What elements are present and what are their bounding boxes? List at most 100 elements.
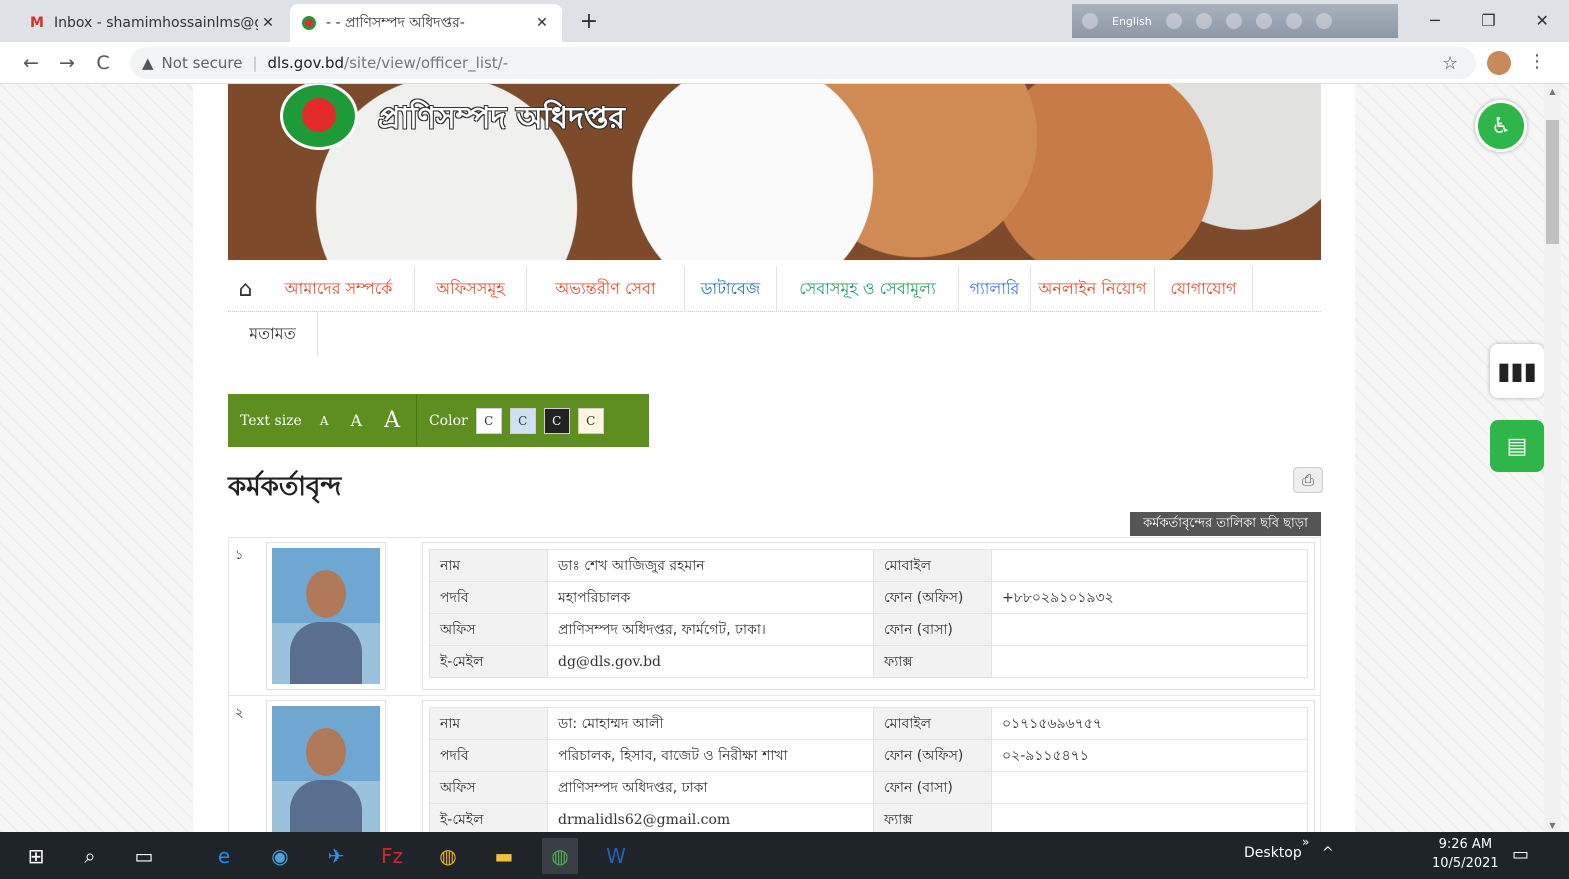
- text-size-medium-button[interactable]: A: [351, 411, 363, 430]
- windows-taskbar: ⊞ ⌕ ▭ e ◉ ✈ Fz ◍ ▬ ◍ W Desktop » ^ 9:26 AM 10/5/20…: [0, 832, 1569, 879]
- officer-mobile: ০১৭১৫৬৯৬৭৫৭: [991, 707, 1308, 740]
- window-controls: ─ ❐ ✕: [1408, 0, 1569, 40]
- reload-button[interactable]: C: [90, 50, 116, 76]
- chrome-icon[interactable]: ◍: [430, 838, 466, 874]
- color-blue-button[interactable]: C: [509, 407, 536, 434]
- filezilla-icon[interactable]: Fz: [374, 838, 410, 874]
- email-label: ই-মেইল: [429, 803, 548, 832]
- tab-gmail-inbox[interactable]: M Inbox - shamimhossainlms@gm ✕: [18, 4, 288, 42]
- extension-icon[interactable]: [1285, 13, 1302, 29]
- close-tab-icon[interactable]: ✕: [532, 15, 552, 31]
- edge-icon[interactable]: e: [206, 838, 242, 874]
- officer-email[interactable]: dg@dls.gov.bd: [547, 645, 874, 678]
- officer-row: ১ নাম ডাঃ শেখ আজিজুর রহমান মোবাইল পদবি মহাপরি…: [228, 537, 1321, 696]
- desktop-toolbar-label[interactable]: Desktop: [1244, 845, 1302, 861]
- nav-item-feedback[interactable]: মতামত: [228, 312, 318, 356]
- search-icon[interactable]: ⌕: [72, 838, 108, 874]
- forward-button[interactable]: →: [54, 50, 80, 76]
- extension-icon[interactable]: [1165, 13, 1182, 29]
- task-view-icon[interactable]: ▭: [126, 838, 162, 874]
- accessibility-icon[interactable]: ♿: [1475, 100, 1527, 152]
- start-button[interactable]: ⊞: [18, 838, 54, 874]
- chat-icon[interactable]: ▤: [1490, 420, 1544, 472]
- extension-icon[interactable]: [1255, 13, 1272, 29]
- site-name[interactable]: প্রাণিসম্পদ অধিদপ্তর: [378, 94, 625, 145]
- close-window-button[interactable]: ✕: [1515, 0, 1569, 40]
- officer-detail-table: নাম ডাঃ শেখ আজিজুর রহমান মোবাইল পদবি মহাপরিচ…: [429, 549, 1308, 678]
- officer-row: ২ নাম ডা: মোহাম্মদ আলী মোবাইল ০১৭১৫৬৯৬৭৫৭ পদব…: [228, 696, 1321, 832]
- text-size-small-button[interactable]: A: [320, 414, 329, 428]
- main-navigation: ⌂ আমাদের সম্পর্কে অফিসসমূহ অভ্যন্তরীণ সেবা…: [228, 266, 1321, 312]
- nav-item[interactable]: সেবাসমূহ ও সেবামূল্য: [777, 266, 959, 312]
- officer-photo[interactable]: [266, 700, 386, 832]
- list-without-images-button[interactable]: কর্মকর্তাবৃন্দের তালিকা ছবি ছাড়া: [1130, 512, 1321, 536]
- browser-menu-icon[interactable]: ⋮: [1528, 51, 1546, 72]
- word-icon[interactable]: W: [598, 838, 634, 874]
- web-viewport: প্রাণিসম্পদ অধিদপ্তর ⌂ আমাদের সম্পর্কে অফ…: [0, 84, 1569, 832]
- phone-office-label: ফোন (অফিস): [873, 581, 992, 614]
- nav-item[interactable]: আমাদের সম্পর্কে: [263, 266, 415, 312]
- bookmark-star-icon[interactable]: ☆: [1442, 53, 1458, 74]
- nav-item[interactable]: অফিসসমূহ: [415, 266, 527, 312]
- tab-title: Inbox - shamimhossainlms@gm: [54, 15, 258, 31]
- nav-item[interactable]: গ্যালারি: [959, 266, 1031, 312]
- nav-item[interactable]: অনলাইন নিয়োগ: [1031, 266, 1155, 312]
- url-host: dls.gov.bd: [267, 54, 345, 72]
- tray-overflow-icon[interactable]: ^: [1322, 845, 1334, 861]
- system-clock[interactable]: 9:26 AM 10/5/2021: [1432, 835, 1499, 873]
- officer-serial: ২: [235, 706, 244, 721]
- color-cream-button[interactable]: C: [577, 407, 604, 434]
- profile-avatar[interactable]: [1487, 51, 1511, 75]
- phone-home-label: ফোন (বাসা): [873, 613, 992, 646]
- text-size-large-button[interactable]: A: [384, 408, 400, 433]
- new-tab-button[interactable]: +: [574, 6, 604, 36]
- color-dark-button[interactable]: C: [543, 407, 570, 434]
- language-label[interactable]: English: [1112, 15, 1152, 28]
- extension-icon[interactable]: [1225, 13, 1242, 29]
- officer-details: নাম ডাঃ শেখ আজিজুর রহমান মোবাইল পদবি মহাপরিচ…: [422, 542, 1315, 690]
- officer-designation: মহাপরিচালক: [547, 581, 874, 614]
- officer-phone-home: [991, 771, 1308, 804]
- home-icon[interactable]: ⌂: [228, 266, 263, 312]
- designation-label: পদবি: [429, 581, 548, 614]
- page-scrollbar[interactable]: ▲ ▼: [1544, 84, 1561, 832]
- officer-detail-table: নাম ডা: মোহাম্মদ আলী মোবাইল ০১৭১৫৬৯৬৭৫৭ পদবি…: [429, 707, 1308, 832]
- portrait-image: [272, 706, 380, 832]
- officer-phone-office: ০২-৯১১৫৪৭১: [991, 739, 1308, 772]
- government-logo[interactable]: [280, 84, 358, 150]
- url-bar[interactable]: ▲ Not secure | dls.gov.bd /site/view/off…: [130, 47, 1476, 79]
- chrome-icon[interactable]: ◍: [542, 838, 578, 874]
- nav-item[interactable]: অভ্যন্তরীণ সেবা: [527, 266, 685, 312]
- tab-strip: M Inbox - shamimhossainlms@gm ✕ - - প্রা…: [0, 0, 1569, 42]
- extension-icon[interactable]: [1082, 13, 1098, 29]
- close-tab-icon[interactable]: ✕: [258, 15, 278, 31]
- back-button[interactable]: ←: [18, 50, 44, 76]
- scroll-down-icon[interactable]: ▼: [1544, 818, 1561, 832]
- restore-button[interactable]: ❐: [1462, 0, 1516, 40]
- extension-icon[interactable]: [1195, 13, 1212, 29]
- toolbar-chevron-icon[interactable]: »: [1302, 835, 1309, 849]
- tab-dls-site[interactable]: - - প্রাণিসম্পদ অধিদপ্তর- ✕: [290, 4, 562, 42]
- file-explorer-icon[interactable]: ▬: [486, 838, 522, 874]
- notification-center-icon[interactable]: ▭: [1512, 844, 1529, 865]
- security-status: Not secure: [161, 54, 243, 72]
- nav-item[interactable]: যোগাযোগ: [1155, 266, 1253, 312]
- extension-icon[interactable]: [1315, 13, 1332, 29]
- gmail-icon: M: [30, 15, 44, 31]
- minimize-button[interactable]: ─: [1408, 0, 1462, 40]
- scroll-thumb[interactable]: [1546, 120, 1559, 244]
- officer-name: ডাঃ শেখ আজিজুর রহমান: [547, 549, 874, 582]
- statistics-icon[interactable]: ▮▮▮: [1490, 344, 1544, 398]
- officer-designation: পরিচালক, হিসাব, বাজেট ও নিরীক্ষা শাখা: [547, 739, 874, 772]
- nav-item[interactable]: ডাটাবেজ: [685, 266, 777, 312]
- color-white-button[interactable]: C: [475, 407, 502, 434]
- print-icon[interactable]: ⎙: [1293, 467, 1323, 493]
- officer-email[interactable]: drmalidls62@gmail.com: [547, 803, 874, 832]
- portrait-image: [272, 548, 380, 684]
- address-toolbar: ← → C ▲ Not secure | dls.gov.bd /site/vi…: [0, 42, 1569, 84]
- officer-photo[interactable]: [266, 542, 386, 690]
- telegram-icon[interactable]: ✈: [318, 838, 354, 874]
- security-warning-icon[interactable]: ▲: [142, 54, 154, 72]
- app-icon[interactable]: ◉: [262, 838, 298, 874]
- scroll-up-icon[interactable]: ▲: [1544, 84, 1561, 98]
